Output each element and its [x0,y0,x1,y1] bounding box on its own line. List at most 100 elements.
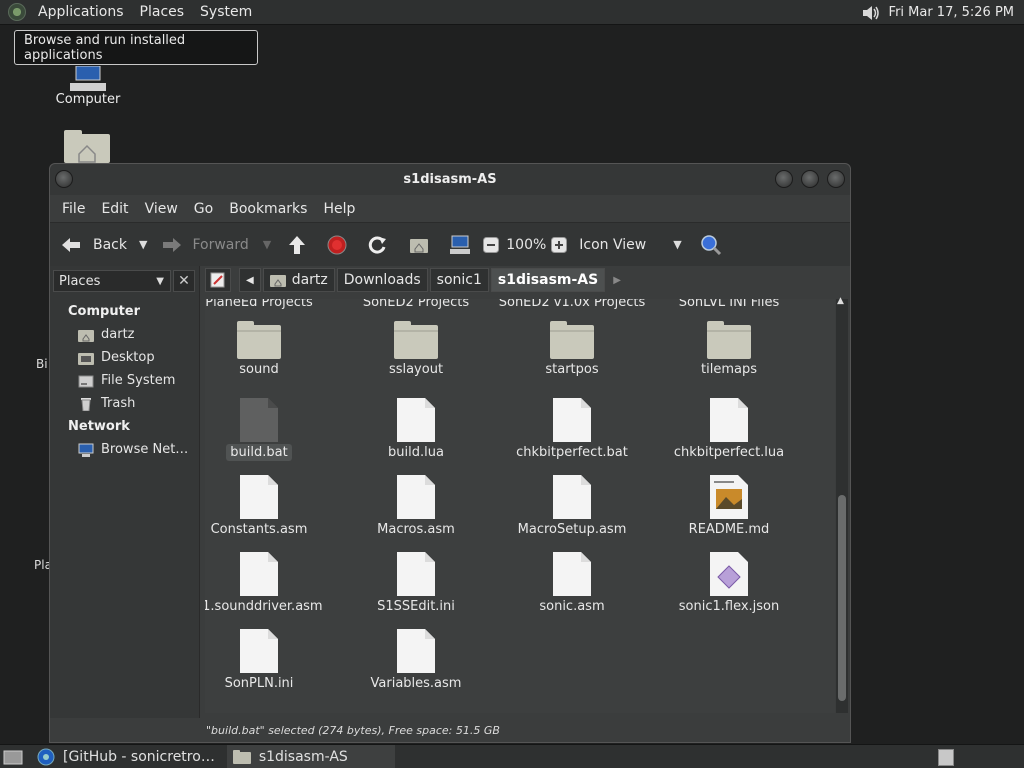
distro-logo-icon[interactable] [8,3,26,21]
file-item[interactable]: README.md [650,475,808,538]
file-item[interactable]: chkbitperfect.lua [650,398,808,461]
file-item[interactable]: sonic1.flex.json [650,552,808,615]
menu-help[interactable]: Help [315,201,363,217]
path-scroll-left-button[interactable]: ◀ [239,268,261,292]
breadcrumb-downloads[interactable]: Downloads [336,268,428,292]
scrollbar[interactable]: ▲ [836,296,848,713]
folder-icon [550,321,594,359]
computer-icon[interactable] [449,235,471,255]
search-icon[interactable] [700,234,722,256]
file-name-label: Constants.asm [210,522,308,537]
file-item[interactable]: sound [205,321,338,378]
chevron-down-icon: ▼ [673,238,682,251]
zoom-level: 100% [506,236,547,253]
file-manager-window: s1disasm-AS File Edit View Go Bookmarks … [49,163,851,743]
file-item[interactable]: Macros.asm [337,475,495,538]
menu-bookmarks[interactable]: Bookmarks [221,201,315,217]
breadcrumb-s1disasm-as[interactable]: s1disasm-AS [490,268,606,292]
file-name-label: sonic.asm [539,599,605,614]
back-button[interactable]: Back [60,235,127,255]
close-button[interactable] [827,170,845,188]
file-item[interactable]: SonED2 Projects [337,299,495,311]
home-icon[interactable] [409,236,429,254]
view-mode-select[interactable]: Icon View ▼ [579,237,681,253]
sidebar-item-file-system[interactable]: File System [50,369,199,392]
breadcrumb-label: s1disasm-AS [497,272,599,288]
trash-icon [81,397,91,411]
taskbar-item-browser[interactable]: [GitHub - sonicretro… [31,745,221,768]
workspace-switcher[interactable] [938,749,954,766]
minimize-button[interactable] [775,170,793,188]
file-item[interactable]: SonED2 v1.0x Projects [493,299,651,311]
breadcrumb-dartz[interactable]: dartz [262,268,335,292]
sidebar-item-label: Trash [101,396,136,411]
file-name-label: SonPLN.ini [224,676,294,691]
zoom-in-icon[interactable] [551,236,568,253]
sidebar-item-desktop[interactable]: Desktop [50,346,199,369]
desktop-icon-home[interactable] [64,130,110,167]
icon-view[interactable]: PlaneEd Projects SonED2 Projects SonED2 v1… [205,299,835,713]
menu-view[interactable]: View [137,201,186,217]
places-dropdown-label: Places [59,273,101,289]
file-name-label: sonic1.flex.json [678,599,780,614]
desktop-folder-icon [78,352,94,365]
volume-icon[interactable] [861,4,881,22]
close-sidebar-button[interactable]: ✕ [173,270,195,292]
back-label: Back [93,236,127,253]
file-icon [553,475,591,519]
menu-edit[interactable]: Edit [93,201,136,217]
reload-icon[interactable] [367,235,387,255]
home-folder-icon [78,329,94,342]
file-item[interactable]: Variables.asm [337,629,495,692]
clock[interactable]: Fri Mar 17, 5:26 PM [889,5,1014,20]
file-name-label: S1SSEdit.ini [377,599,455,614]
file-item[interactable]: sonic.asm [493,552,651,615]
sidebar-item-browse-network[interactable]: Browse Net… [50,438,199,461]
file-item[interactable]: sslayout [337,321,495,378]
file-item[interactable]: PlaneEd Projects [205,299,338,311]
file-item[interactable]: s1.sounddriver.asm [205,552,338,615]
forward-button[interactable]: Forward [161,235,249,255]
scroll-up-arrow-icon[interactable]: ▲ [837,296,844,306]
taskbar-item-file-manager[interactable]: s1disasm-AS [226,744,395,768]
window-titlebar[interactable]: s1disasm-AS [50,164,850,195]
scroll-thumb[interactable] [838,495,846,701]
menu-go[interactable]: Go [186,201,221,217]
file-item[interactable]: chkbitperfect.bat [493,398,651,461]
forward-history-dropdown[interactable]: ▼ [263,238,271,251]
menu-applications[interactable]: Applications [30,4,132,20]
file-item[interactable]: build.bat [205,398,338,461]
breadcrumb-label: sonic1 [436,272,482,288]
back-history-dropdown[interactable]: ▼ [139,238,147,251]
places-dropdown[interactable]: Places ▼ [53,270,171,292]
file-name-label: startpos [545,362,599,377]
file-item[interactable]: tilemaps [650,321,808,378]
toggle-location-button[interactable] [205,268,231,292]
file-name-label: sslayout [388,362,444,377]
desktop-icon-computer[interactable]: Computer [52,66,124,107]
file-icon [397,552,435,596]
file-item[interactable]: S1SSEdit.ini [337,552,495,615]
file-item[interactable]: SonPLN.ini [205,629,338,692]
menu-system[interactable]: System [192,4,260,20]
maximize-button[interactable] [801,170,819,188]
file-item[interactable]: Constants.asm [205,475,338,538]
stop-icon[interactable] [327,235,347,255]
file-item[interactable]: startpos [493,321,651,378]
breadcrumb-sonic1[interactable]: sonic1 [429,268,489,292]
show-desktop-icon[interactable] [3,749,23,765]
menu-file[interactable]: File [54,201,93,217]
zoom-out-icon[interactable] [483,236,500,253]
file-item[interactable]: MacroSetup.asm [493,475,651,538]
file-item[interactable]: build.lua [337,398,495,461]
file-name-label: SonLVL INI Files [678,299,780,310]
window-menu-button[interactable] [55,170,73,188]
file-icon [397,475,435,519]
sidebar-item-trash[interactable]: Trash [50,392,199,415]
file-item[interactable]: SonLVL INI Files [650,299,808,311]
path-scroll-right-button[interactable]: ▶ [607,268,627,292]
sidebar-item-dartz[interactable]: dartz [50,323,199,346]
menu-places[interactable]: Places [132,4,193,20]
up-arrow-icon[interactable] [287,234,307,256]
file-icon [553,552,591,596]
